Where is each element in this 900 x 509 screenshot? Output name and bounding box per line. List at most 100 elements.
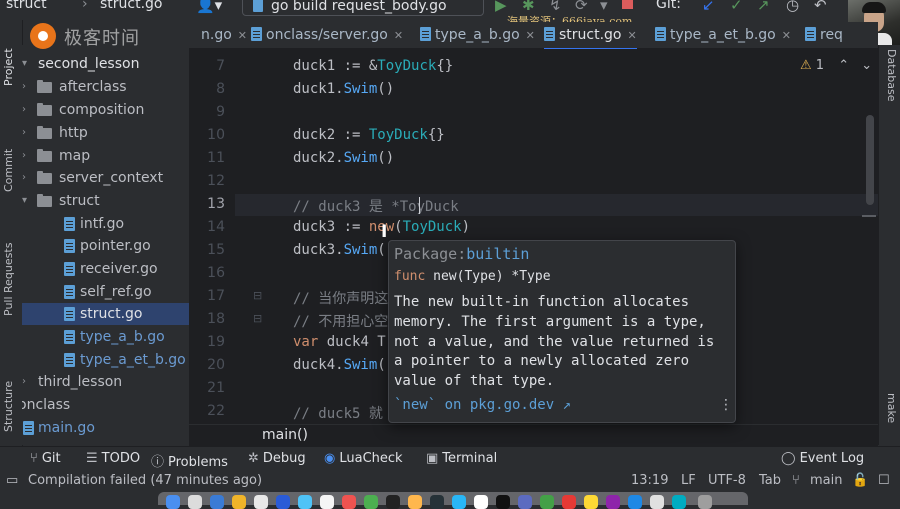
app-icon[interactable]: [298, 495, 312, 509]
app-icon[interactable]: [628, 495, 642, 509]
file-encoding[interactable]: UTF-8: [708, 473, 746, 488]
app-icon[interactable]: [254, 495, 268, 509]
tab-type-a-et-b-go[interactable]: type_a_et_b.go ✕: [655, 22, 791, 48]
goland-icon[interactable]: [496, 495, 510, 509]
debug-icon[interactable]: ✱: [522, 0, 535, 14]
close-icon[interactable]: ✕: [526, 29, 535, 42]
tree-folder-composition[interactable]: › composition: [22, 99, 189, 121]
app-icon[interactable]: [320, 495, 334, 509]
tab-type-a-b-go[interactable]: type_a_b.go ✕: [420, 22, 535, 48]
app-icon[interactable]: [232, 495, 246, 509]
tree-file-receiver[interactable]: receiver.go: [22, 258, 189, 280]
inspection-widget[interactable]: ⚠ 1 ⌃ ⌄: [800, 58, 872, 73]
indent-setting[interactable]: Tab: [759, 473, 781, 488]
app-icon[interactable]: [342, 495, 356, 509]
app-icon[interactable]: [408, 495, 422, 509]
tree-file-pointer[interactable]: pointer.go: [22, 235, 189, 257]
notifications-icon[interactable]: ☐: [878, 473, 890, 488]
line-number: 19: [207, 334, 225, 350]
tree-folder-third-lesson[interactable]: › third_lesson: [22, 371, 189, 393]
chevron-down-icon[interactable]: ⌄: [861, 58, 872, 73]
profile-icon[interactable]: ⟳: [575, 0, 588, 14]
history-icon[interactable]: ◷: [786, 0, 799, 14]
git-update-icon[interactable]: ↙: [702, 0, 715, 14]
tree-folder-map[interactable]: › map: [22, 145, 189, 167]
tab-n-go[interactable]: n.go ✕: [201, 22, 247, 48]
tree-folder-onclass[interactable]: onclass: [22, 394, 189, 416]
tree-folder-http[interactable]: › http: [22, 122, 189, 144]
app-icon[interactable]: [540, 495, 554, 509]
fold-icon[interactable]: ⊟: [253, 289, 262, 302]
tab-onclass-server-go[interactable]: onclass/server.go ✕: [251, 22, 403, 48]
status-message[interactable]: Compilation failed (47 minutes ago): [28, 473, 262, 488]
git-commit-icon[interactable]: ✓: [730, 0, 743, 14]
tab-req[interactable]: req: [805, 22, 843, 48]
stop-icon[interactable]: [622, 0, 633, 9]
app-icon[interactable]: [276, 495, 290, 509]
rollback-icon[interactable]: ↶: [814, 0, 827, 14]
lock-icon[interactable]: 🔓: [852, 473, 868, 488]
git-push-icon[interactable]: ↗: [757, 0, 770, 14]
tree-file-type-a-et-b[interactable]: type_a_et_b.go: [22, 349, 189, 371]
app-icon[interactable]: [650, 495, 664, 509]
run-config-selector[interactable]: go build request_body.go: [242, 0, 484, 16]
run-icon[interactable]: ▶: [495, 0, 507, 14]
tab-pull-requests[interactable]: Pull Requests: [2, 243, 15, 316]
close-icon[interactable]: ✕: [782, 29, 791, 42]
tool-todo[interactable]: ☰ TODO: [86, 451, 140, 466]
app-icon[interactable]: [430, 495, 444, 509]
app-icon[interactable]: [518, 495, 532, 509]
chevron-up-icon[interactable]: ⌃: [838, 58, 849, 73]
close-icon[interactable]: ✕: [628, 29, 637, 42]
app-icon[interactable]: [672, 495, 686, 509]
tab-database[interactable]: Database: [885, 49, 898, 102]
panel-toggle-icon[interactable]: ▭: [6, 473, 18, 488]
caret-position[interactable]: 13:19: [631, 473, 668, 488]
tree-file-struct[interactable]: struct.go: [22, 303, 189, 325]
app-icon[interactable]: [606, 495, 620, 509]
tree-folder-afterclass[interactable]: › afterclass: [22, 76, 189, 98]
doc-external-link[interactable]: `new` on pkg.go.dev ↗: [394, 397, 571, 413]
tool-luacheck[interactable]: ◉ LuaCheck: [324, 451, 403, 466]
tool-event-log[interactable]: ◯ Event Log: [781, 451, 864, 466]
close-icon[interactable]: ✕: [238, 29, 247, 42]
app-icon[interactable]: [474, 495, 488, 509]
tab-project[interactable]: Project: [2, 48, 15, 86]
user-icon[interactable]: 👤▾: [196, 0, 222, 14]
tab-make[interactable]: make: [885, 393, 898, 423]
coverage-icon[interactable]: ↯: [549, 0, 562, 14]
tool-debug[interactable]: ✲ Debug: [248, 451, 306, 466]
launchpad-icon[interactable]: [188, 495, 202, 509]
app-icon[interactable]: [584, 495, 598, 509]
tool-terminal[interactable]: ▣ Terminal: [426, 451, 497, 466]
more-options-icon[interactable]: ⋮: [719, 397, 733, 413]
tree-file-intf[interactable]: intf.go: [22, 213, 189, 235]
tree-file-type-a-b[interactable]: type_a_b.go: [22, 326, 189, 348]
app-icon[interactable]: [562, 495, 576, 509]
more-run-icon[interactable]: ▾: [600, 0, 608, 14]
app-icon[interactable]: [210, 495, 224, 509]
tab-struct-go[interactable]: struct.go ✕: [544, 22, 637, 50]
tree-folder-server-context[interactable]: › server_context: [22, 167, 189, 189]
tree-file-main[interactable]: main.go: [22, 417, 189, 439]
app-icon[interactable]: [452, 495, 466, 509]
tree-folder-struct[interactable]: ▾ struct: [22, 190, 189, 212]
tool-problems[interactable]: ⓘ Problems: [151, 451, 228, 470]
trash-icon[interactable]: [698, 495, 712, 509]
tree-file-self-ref[interactable]: self_ref.go: [22, 281, 189, 303]
tab-commit[interactable]: Commit: [2, 149, 15, 192]
finder-icon[interactable]: [166, 495, 180, 509]
tab-structure[interactable]: Structure: [2, 381, 15, 432]
terminal-app-icon[interactable]: [386, 495, 400, 509]
nav-crumb-file[interactable]: struct.go: [100, 0, 163, 12]
app-icon[interactable]: [364, 495, 378, 509]
line-separator[interactable]: LF: [681, 473, 696, 488]
close-icon[interactable]: ✕: [394, 29, 403, 42]
tool-git[interactable]: ⑂ Git: [30, 451, 61, 466]
vertical-scrollbar[interactable]: [866, 115, 874, 205]
breadcrumb-function[interactable]: main(): [262, 427, 308, 443]
tree-folder-second-lesson[interactable]: ▾ second_lesson: [22, 53, 189, 75]
nav-crumb-struct[interactable]: struct: [6, 0, 47, 12]
git-branch[interactable]: main: [810, 473, 842, 488]
fold-icon[interactable]: ⊟: [253, 312, 262, 325]
